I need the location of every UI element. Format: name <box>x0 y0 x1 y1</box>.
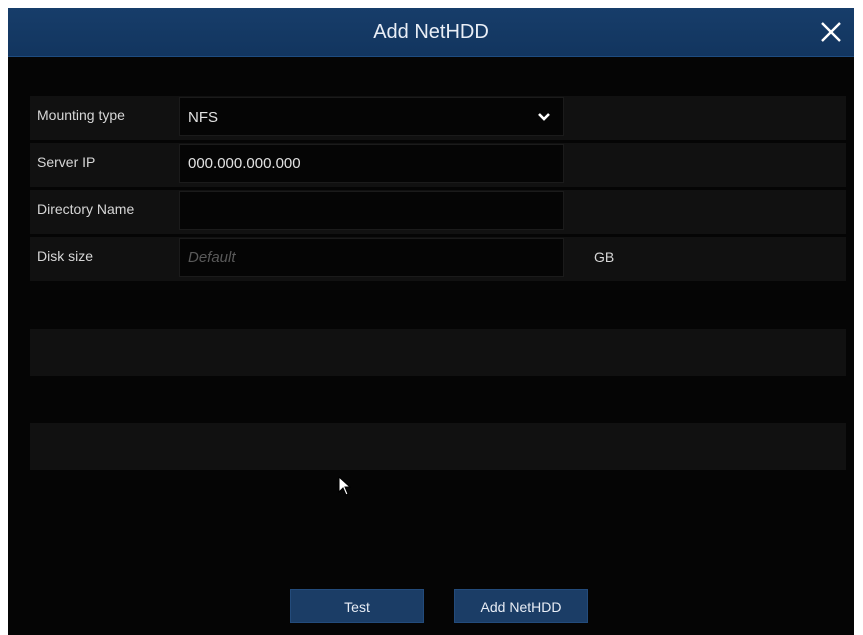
add-nethdd-button[interactable]: Add NetHDD <box>454 589 588 623</box>
directory-name-input[interactable] <box>179 191 564 230</box>
empty-row <box>30 329 846 376</box>
server-ip-row: Server IP <box>30 143 846 187</box>
directory-name-label: Directory Name <box>37 201 135 217</box>
disk-size-unit: GB <box>594 249 615 265</box>
dialog-title: Add NetHDD <box>373 21 489 43</box>
mouse-cursor-icon <box>338 476 352 496</box>
chevron-down-icon <box>538 113 550 121</box>
directory-name-row: Directory Name <box>30 190 846 234</box>
disk-size-label: Disk size <box>37 248 94 264</box>
mounting-type-value: NFS <box>188 109 218 126</box>
title-bar: Add NetHDD <box>8 8 854 57</box>
mounting-type-select[interactable]: NFS <box>179 97 564 136</box>
mounting-type-label: Mounting type <box>37 107 125 123</box>
server-ip-label: Server IP <box>37 154 96 170</box>
add-nethdd-dialog: Add NetHDD Mounting type NFS Server IP D… <box>8 8 854 635</box>
close-icon[interactable] <box>814 15 848 49</box>
disk-size-row: Disk size GB <box>30 237 846 281</box>
test-button[interactable]: Test <box>290 589 424 623</box>
mounting-type-row: Mounting type NFS <box>30 96 846 140</box>
disk-size-input[interactable] <box>179 238 564 277</box>
empty-row <box>30 423 846 470</box>
server-ip-input[interactable] <box>179 144 564 183</box>
